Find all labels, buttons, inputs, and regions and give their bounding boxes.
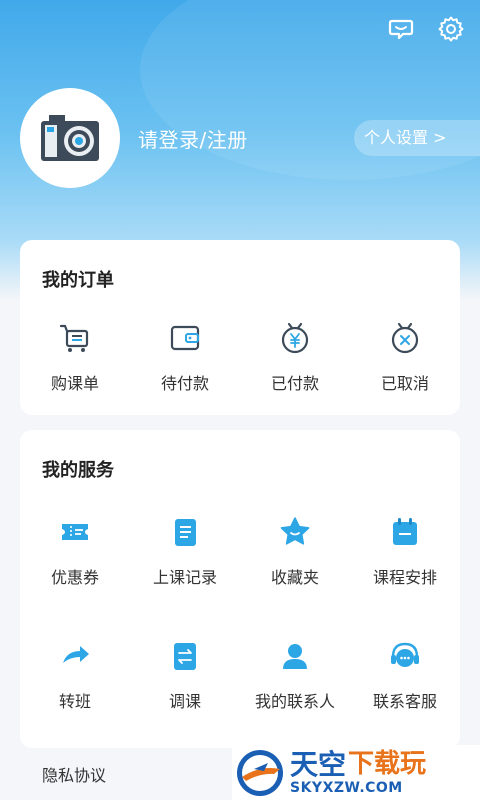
services-card: 我的服务 优惠券 上课记录 收藏夹 课程安排 转班 调课 我的联系人 联系客服	[20, 430, 460, 748]
order-item-paid[interactable]: 已付款	[240, 318, 350, 394]
order-item-cart[interactable]: 购课单	[20, 318, 130, 394]
privacy-policy-link[interactable]: 隐私协议	[42, 762, 106, 786]
order-item-label: 待付款	[160, 374, 209, 393]
orders-title: 我的订单	[42, 270, 114, 291]
order-item-label: 购课单	[50, 374, 99, 393]
swap-icon	[165, 636, 205, 676]
camera-icon	[41, 115, 99, 161]
service-label: 优惠券	[50, 568, 99, 587]
paid-icon	[275, 318, 315, 358]
service-label: 课程安排	[372, 568, 437, 587]
cart-icon	[55, 318, 95, 358]
service-class-record[interactable]: 上课记录	[130, 512, 240, 588]
transfer-icon	[55, 636, 95, 676]
watermark-url: SKYXZW.COM	[290, 779, 403, 796]
message-icon[interactable]	[386, 14, 416, 44]
service-label: 转班	[58, 692, 91, 711]
watermark: 天空 下载玩 SKYXZW.COM	[232, 745, 480, 800]
services-title: 我的服务	[42, 460, 114, 481]
wallet-icon	[165, 318, 205, 358]
service-favorites[interactable]: 收藏夹	[240, 512, 350, 588]
orders-card: 我的订单 购课单 待付款 已付款 已取消	[20, 240, 460, 415]
order-item-pending[interactable]: 待付款	[130, 318, 240, 394]
profile-settings-button[interactable]: 个人设置 >	[354, 120, 480, 156]
services-row-2: 转班 调课 我的联系人 联系客服	[20, 636, 460, 712]
calendar-icon	[385, 512, 425, 552]
service-schedule[interactable]: 课程安排	[350, 512, 460, 588]
order-item-label: 已取消	[380, 374, 429, 393]
service-transfer[interactable]: 转班	[20, 636, 130, 712]
top-toolbar	[386, 14, 466, 44]
service-label: 收藏夹	[270, 568, 319, 587]
order-item-cancelled[interactable]: 已取消	[350, 318, 460, 394]
gear-icon[interactable]	[436, 14, 466, 44]
support-icon	[385, 636, 425, 676]
service-support[interactable]: 联系客服	[350, 636, 460, 712]
service-label: 联系客服	[372, 692, 437, 711]
service-contacts[interactable]: 我的联系人	[240, 636, 350, 712]
contact-icon	[275, 636, 315, 676]
service-label: 调课	[168, 692, 201, 711]
star-icon	[275, 512, 315, 552]
watermark-main-text: 天空	[290, 747, 347, 781]
cancelled-icon	[385, 318, 425, 358]
services-row-1: 优惠券 上课记录 收藏夹 课程安排	[20, 512, 460, 588]
watermark-logo-icon	[237, 749, 283, 796]
orders-row: 购课单 待付款 已付款 已取消	[20, 318, 460, 394]
avatar[interactable]	[20, 88, 120, 188]
coupon-icon	[55, 512, 95, 552]
order-item-label: 已付款	[270, 374, 319, 393]
record-icon	[165, 512, 205, 552]
service-label: 上课记录	[152, 568, 217, 587]
watermark-sub-text: 下载玩	[348, 748, 427, 779]
service-reschedule[interactable]: 调课	[130, 636, 240, 712]
service-label: 我的联系人	[254, 692, 335, 711]
service-coupon[interactable]: 优惠券	[20, 512, 130, 588]
login-register-link[interactable]: 请登录/注册	[138, 124, 248, 153]
